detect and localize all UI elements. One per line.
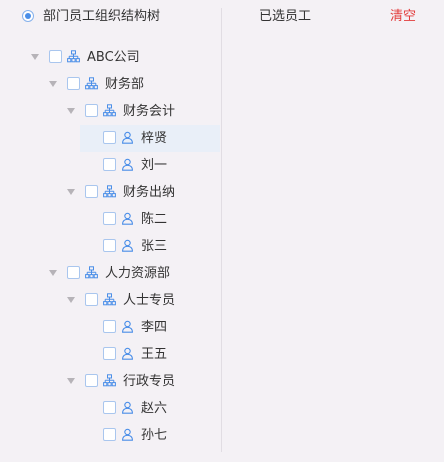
caret-down-icon[interactable]	[49, 81, 57, 87]
tree-node-org[interactable]: 人力资源部	[0, 260, 221, 287]
org-structure-icon	[103, 185, 116, 198]
org-structure-icon	[67, 50, 80, 63]
tree-node-org[interactable]: 财务出纳	[0, 179, 221, 206]
org-tree: ABC公司财务部财务会计梓贤刘一财务出纳陈二张三人力资源部人士专员李四王五行政专…	[0, 0, 221, 462]
caret-down-icon[interactable]	[67, 378, 75, 384]
tree-node-person[interactable]: 张三	[0, 233, 221, 260]
tree-node-person[interactable]: 陈二	[0, 206, 221, 233]
org-structure-icon	[85, 266, 98, 279]
caret-down-icon[interactable]	[67, 189, 75, 195]
tree-node-checkbox[interactable]	[85, 185, 98, 198]
caret-down-icon[interactable]	[67, 108, 75, 114]
user-icon	[121, 401, 134, 414]
tree-node-checkbox[interactable]	[103, 347, 116, 360]
tree-node-label: 陈二	[141, 212, 168, 227]
tree-node-org[interactable]: 人士专员	[0, 287, 221, 314]
tree-node-label: 孙七	[141, 428, 168, 443]
tree-node-org[interactable]: 财务部	[0, 71, 221, 98]
tree-node-label: 李四	[141, 320, 168, 335]
caret-down-icon[interactable]	[67, 297, 75, 303]
tree-node-person[interactable]: 孙七	[0, 422, 221, 449]
org-structure-icon	[103, 293, 116, 306]
tree-node-person[interactable]: 赵六	[0, 395, 221, 422]
caret-down-icon[interactable]	[49, 270, 57, 276]
tree-node-label: 行政专员	[123, 374, 176, 389]
tree-node-checkbox[interactable]	[85, 374, 98, 387]
tree-node-person[interactable]: 王五	[0, 341, 221, 368]
user-icon	[121, 131, 134, 144]
tree-node-checkbox[interactable]	[103, 158, 116, 171]
tree-node-label: 张三	[141, 239, 168, 254]
tree-node-label: 财务会计	[123, 104, 176, 119]
user-icon	[121, 158, 134, 171]
tree-node-checkbox[interactable]	[103, 239, 116, 252]
tree-node-checkbox[interactable]	[103, 401, 116, 414]
selected-employees-title: 已选员工	[259, 9, 312, 24]
user-icon	[121, 347, 134, 360]
tree-node-checkbox[interactable]	[85, 104, 98, 117]
tree-node-checkbox[interactable]	[103, 131, 116, 144]
tree-node-person[interactable]: 李四	[0, 314, 221, 341]
org-structure-icon	[103, 104, 116, 117]
tree-node-label: 王五	[141, 347, 168, 362]
tree-node-label: 财务部	[105, 77, 145, 92]
tree-node-checkbox[interactable]	[103, 212, 116, 225]
tree-node-checkbox[interactable]	[49, 50, 62, 63]
clear-button[interactable]: 清空	[390, 8, 416, 25]
tree-node-label: 刘一	[141, 158, 168, 173]
user-icon	[121, 428, 134, 441]
tree-node-label: 赵六	[141, 401, 168, 416]
user-icon	[121, 320, 134, 333]
tree-node-org[interactable]: 行政专员	[0, 368, 221, 395]
tree-node-checkbox[interactable]	[67, 266, 80, 279]
org-tree-panel: 部门员工组织结构树 ABC公司 财务部 财务会计 梓贤 刘一 财务出纳 陈二 张三 人力资源部人…	[0, 0, 221, 462]
tree-node-label: 财务出纳	[123, 185, 176, 200]
tree-node-label: 人士专员	[123, 293, 176, 308]
selected-employees-panel: 已选员工 清空	[222, 0, 444, 462]
org-structure-icon	[103, 374, 116, 387]
user-icon	[121, 212, 134, 225]
org-structure-icon	[85, 77, 98, 90]
tree-node-person[interactable]: 梓贤	[0, 125, 221, 152]
caret-down-icon[interactable]	[31, 54, 39, 60]
tree-node-label: 梓贤	[141, 131, 168, 146]
tree-node-label: ABC公司	[87, 50, 140, 65]
tree-node-checkbox[interactable]	[67, 77, 80, 90]
user-icon	[121, 239, 134, 252]
tree-node-checkbox[interactable]	[85, 293, 98, 306]
tree-node-checkbox[interactable]	[103, 320, 116, 333]
tree-node-label: 人力资源部	[105, 266, 171, 281]
tree-node-checkbox[interactable]	[103, 428, 116, 441]
tree-node-org[interactable]: ABC公司	[0, 44, 221, 71]
tree-node-org[interactable]: 财务会计	[0, 98, 221, 125]
tree-node-person[interactable]: 刘一	[0, 152, 221, 179]
